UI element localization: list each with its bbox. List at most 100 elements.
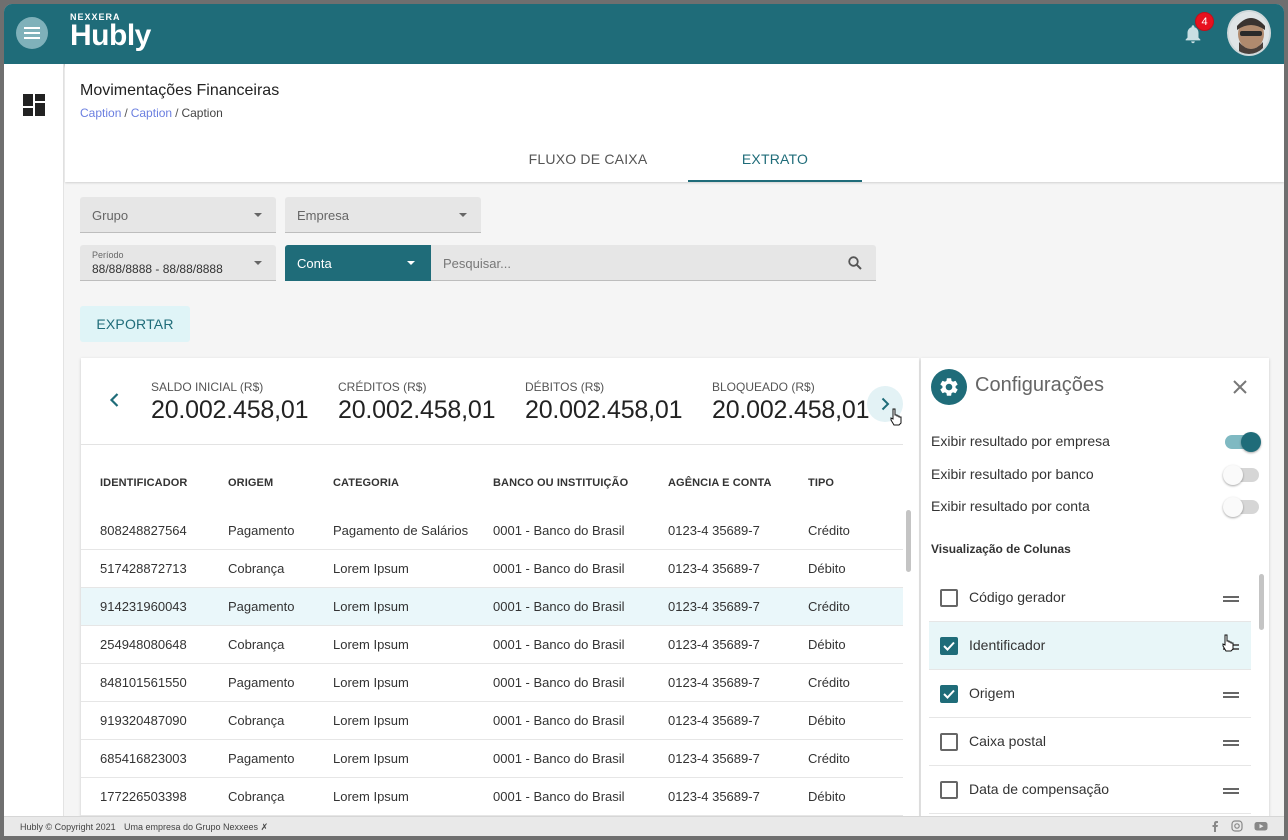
toggle-switch-banco[interactable]	[1223, 465, 1259, 485]
config-scrollbar[interactable]	[1259, 574, 1264, 630]
cell-origem: Pagamento	[228, 523, 295, 538]
toggle-label: Exibir resultado por conta	[931, 498, 1090, 514]
menu-button[interactable]	[16, 17, 48, 49]
drag-handle-icon[interactable]	[1223, 788, 1239, 794]
table-row-highlighted[interactable]: 914231960043 Pagamento Lorem Ipsum 0001 - B…	[81, 588, 903, 626]
column-option[interactable]: Origem	[929, 670, 1251, 718]
column-option[interactable]: Código gerador	[929, 574, 1251, 622]
table-row[interactable]: 517428872713 Cobrança Lorem Ipsum 0001 - Ba…	[81, 550, 903, 588]
toggle-label: Exibir resultado por banco	[931, 466, 1094, 482]
toggle-label: Exibir resultado por empresa	[931, 433, 1110, 449]
instagram-icon[interactable]	[1231, 820, 1244, 832]
export-button[interactable]: EXPORTAR	[80, 306, 190, 342]
toggle-switch-conta[interactable]	[1223, 497, 1259, 517]
cell-origem: Pagamento	[228, 599, 295, 614]
column-header[interactable]: BANCO OU INSTITUIÇÃO	[493, 477, 628, 489]
chevron-left-icon[interactable]	[105, 390, 125, 410]
breadcrumb-link-2[interactable]: Caption	[131, 106, 172, 120]
table-row[interactable]: 254948080648 Cobrança Lorem Ipsum 0001 - Ba…	[81, 626, 903, 664]
checkbox[interactable]	[940, 589, 958, 607]
cell-origem: Pagamento	[228, 675, 295, 690]
cell-tipo: Crédito	[808, 675, 850, 690]
cell-identificador: 848101561550	[100, 675, 187, 690]
breadcrumb-link-1[interactable]: Caption	[80, 106, 121, 120]
table-scrollbar[interactable]	[906, 510, 911, 572]
column-option-label: Código gerador	[969, 589, 1066, 605]
column-option[interactable]: Data de compensação	[929, 766, 1251, 814]
cell-origem: Cobrança	[228, 713, 285, 728]
cell-identificador: 254948080648	[100, 637, 187, 652]
conta-select[interactable]: Conta	[285, 245, 431, 281]
cell-banco: 0001 - Banco do Brasil	[493, 789, 625, 804]
summary-value: 20.002.458,01	[525, 396, 683, 424]
tab-extrato[interactable]: EXTRATO	[688, 136, 862, 182]
drag-handle-icon[interactable]	[1223, 692, 1239, 698]
gear-icon	[940, 378, 958, 396]
cell-agencia: 0123-4 35689-7	[668, 675, 760, 690]
nexxees-logo-icon: ✗	[260, 822, 269, 832]
grupo-select[interactable]: Grupo	[80, 197, 276, 233]
summary-value: 20.002.458,01	[712, 396, 870, 424]
brand-logo[interactable]: NEXXERA Hubly	[70, 12, 151, 51]
config-panel: Configurações Exibir resultado por empre…	[921, 358, 1269, 818]
summary-label: CRÉDITOS (R$)	[338, 380, 427, 394]
summary-item: CRÉDITOS (R$) 20.002.458,01	[338, 380, 495, 425]
cell-tipo: Crédito	[808, 523, 850, 538]
statement-card: SALDO INICIAL (R$) 20.002.458,01 CRÉDITO…	[81, 358, 919, 818]
footer-copyright: Hubly © Copyright 2021	[20, 822, 116, 832]
table-row[interactable]: 919320487090 Cobrança Lorem Ipsum 0001 - Ba…	[81, 702, 903, 740]
cell-agencia: 0123-4 35689-7	[668, 599, 760, 614]
column-option[interactable]: Identificador	[929, 622, 1251, 670]
checkbox[interactable]	[940, 733, 958, 751]
empresa-select[interactable]: Empresa	[285, 197, 481, 233]
cell-identificador: 517428872713	[100, 561, 187, 576]
toggle-row-empresa: Exibir resultado por empresa	[931, 432, 1261, 453]
summary-item: BLOQUEADO (R$) 20.002.458,01	[712, 380, 869, 425]
cell-banco: 0001 - Banco do Brasil	[493, 713, 625, 728]
dashboard-icon[interactable]	[23, 94, 45, 116]
drag-handle-icon[interactable]	[1223, 740, 1239, 746]
chevron-down-icon	[459, 213, 467, 217]
column-header[interactable]: CATEGORIA	[333, 477, 399, 489]
table-row[interactable]: 177226503398 Cobrança Lorem Ipsum 0001 - Ba…	[81, 778, 903, 816]
column-option-label: Data de compensação	[969, 781, 1110, 797]
column-header[interactable]: ORIGEM	[228, 477, 273, 489]
periodo-select[interactable]: Período 88/88/8888 - 88/88/8888	[80, 245, 276, 281]
checkbox-checked[interactable]	[940, 685, 958, 703]
checkbox-checked[interactable]	[940, 637, 958, 655]
table-row[interactable]: 848101561550 Pagamento Lorem Ipsum 0001 - B…	[81, 664, 903, 702]
column-header[interactable]: AGÊNCIA E CONTA	[668, 477, 772, 489]
column-option-label: Identificador	[969, 637, 1046, 653]
breadcrumb: Caption / Caption / Caption	[80, 106, 223, 120]
page-title: Movimentações Financeiras	[80, 82, 280, 99]
table-row[interactable]: 808248827564 Pagamento Pagamento de Salári…	[81, 512, 903, 550]
close-icon[interactable]	[1233, 380, 1247, 394]
column-header[interactable]: IDENTIFICADOR	[100, 477, 187, 489]
cell-agencia: 0123-4 35689-7	[668, 751, 760, 766]
search-field	[431, 245, 876, 281]
drag-handle-icon[interactable]	[1223, 596, 1239, 602]
cell-categoria: Lorem Ipsum	[333, 789, 409, 804]
column-option[interactable]: Caixa postal	[929, 718, 1251, 766]
cell-agencia: 0123-4 35689-7	[668, 523, 760, 538]
toggle-switch-empresa[interactable]	[1225, 432, 1261, 452]
summary-label: SALDO INICIAL (R$)	[151, 380, 264, 394]
cell-banco: 0001 - Banco do Brasil	[493, 637, 625, 652]
cell-agencia: 0123-4 35689-7	[668, 561, 760, 576]
checkbox[interactable]	[940, 781, 958, 799]
social-links	[1209, 820, 1268, 834]
summary-carousel: SALDO INICIAL (R$) 20.002.458,01 CRÉDITO…	[81, 358, 903, 445]
page-header: Movimentações Financeiras Caption / Captio…	[65, 64, 1284, 182]
chevron-down-icon	[407, 261, 415, 265]
table-row[interactable]: 685416823003 Pagamento Lorem Ipsum 0001 - B…	[81, 740, 903, 778]
toggle-row-banco: Exibir resultado por banco	[931, 465, 1259, 486]
youtube-icon[interactable]	[1254, 820, 1268, 832]
column-header[interactable]: TIPO	[808, 477, 834, 489]
tab-fluxo-de-caixa[interactable]: FLUXO DE CAIXA	[501, 136, 675, 182]
avatar[interactable]	[1227, 10, 1271, 56]
facebook-icon[interactable]	[1209, 820, 1221, 832]
table-header: IDENTIFICADOR ORIGEM CATEGORIA BANCO OU …	[81, 466, 903, 506]
config-title: Configurações	[975, 374, 1104, 396]
search-input[interactable]	[431, 245, 831, 281]
search-icon[interactable]	[848, 256, 862, 270]
